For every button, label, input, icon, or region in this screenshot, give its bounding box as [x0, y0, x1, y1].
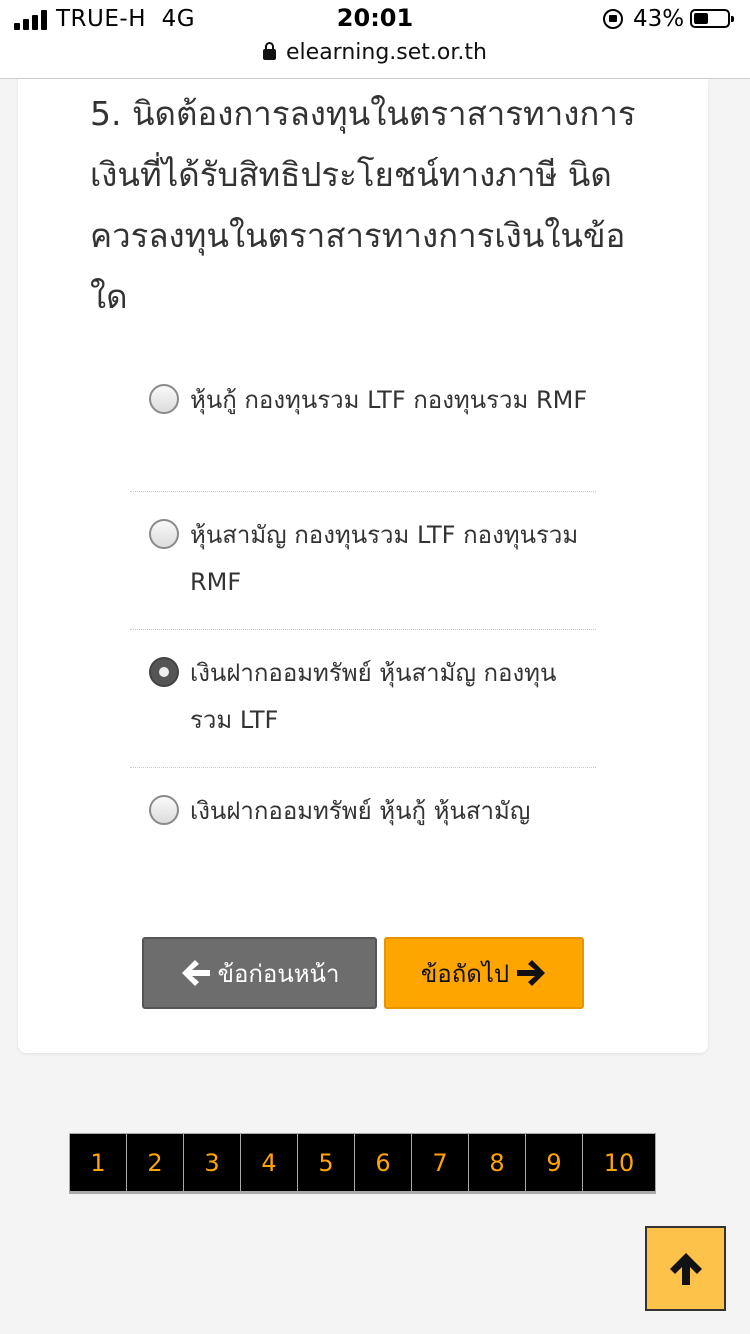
next-question-button[interactable]: ข้อถัดไป: [384, 937, 584, 1009]
radio-button[interactable]: [149, 519, 179, 549]
page-link-8[interactable]: 8: [469, 1134, 525, 1191]
answer-label: เงินฝากออมทรัพย์ หุ้นสามัญ กองทุนรวม LTF: [190, 659, 557, 734]
answer-option-3[interactable]: เงินฝากออมทรัพย์ หุ้นสามัญ กองทุนรวม LTF: [130, 630, 596, 768]
arrow-up-icon: [669, 1252, 702, 1285]
radio-button-selected[interactable]: [149, 657, 179, 687]
page-link-1[interactable]: 1: [70, 1134, 126, 1191]
radio-button[interactable]: [149, 795, 179, 825]
address-bar[interactable]: elearning.set.or.th: [0, 40, 750, 65]
previous-button-label: ข้อก่อนหน้า: [217, 959, 340, 988]
page-link-2[interactable]: 2: [127, 1134, 183, 1191]
previous-question-button[interactable]: ข้อก่อนหน้า: [142, 937, 377, 1009]
page-link-5[interactable]: 5: [298, 1134, 354, 1191]
page-link-4[interactable]: 4: [241, 1134, 297, 1191]
back-to-top-button[interactable]: [645, 1226, 726, 1311]
next-button-label: ข้อถัดไป: [420, 959, 510, 988]
question-card: 5. นิดต้องการลงทุนในตราสารทางการเงินที่ไ…: [18, 79, 708, 1053]
answer-options: หุ้นกู้ กองทุนรวม LTF กองทุนรวม RMF หุ้น…: [130, 367, 596, 838]
arrow-left-icon: [180, 958, 212, 988]
answer-option-4[interactable]: เงินฝากออมทรัพย์ หุ้นกู้ หุ้นสามัญ: [130, 768, 596, 838]
page-link-6[interactable]: 6: [355, 1134, 411, 1191]
url-text: elearning.set.or.th: [286, 40, 487, 65]
rotation-lock-icon: [603, 9, 623, 29]
lock-icon: [263, 42, 277, 60]
question-pagination: 1 2 3 4 5 6 7 8 9 10: [69, 1133, 656, 1194]
answer-label: หุ้นสามัญ กองทุนรวม LTF กองทุนรวม RMF: [190, 521, 579, 596]
page-link-7[interactable]: 7: [412, 1134, 468, 1191]
answer-label: เงินฝากออมทรัพย์ หุ้นกู้ หุ้นสามัญ: [190, 797, 531, 825]
answer-option-2[interactable]: หุ้นสามัญ กองทุนรวม LTF กองทุนรวม RMF: [130, 492, 596, 630]
status-bar: TRUE-H 4G 20:01 43% elearning.set.or.th: [0, 0, 750, 79]
page-link-10[interactable]: 10: [583, 1134, 655, 1191]
answer-label: หุ้นกู้ กองทุนรวม LTF กองทุนรวม RMF: [190, 386, 588, 414]
page-link-3[interactable]: 3: [184, 1134, 240, 1191]
page-link-9[interactable]: 9: [526, 1134, 582, 1191]
radio-button[interactable]: [149, 384, 179, 414]
question-text: 5. นิดต้องการลงทุนในตราสารทางการเงินที่ไ…: [90, 94, 636, 316]
battery-icon: [690, 9, 734, 28]
arrow-right-icon: [515, 958, 547, 988]
battery-percent: 43%: [633, 6, 685, 32]
answer-option-1[interactable]: หุ้นกู้ กองทุนรวม LTF กองทุนรวม RMF: [130, 367, 596, 492]
